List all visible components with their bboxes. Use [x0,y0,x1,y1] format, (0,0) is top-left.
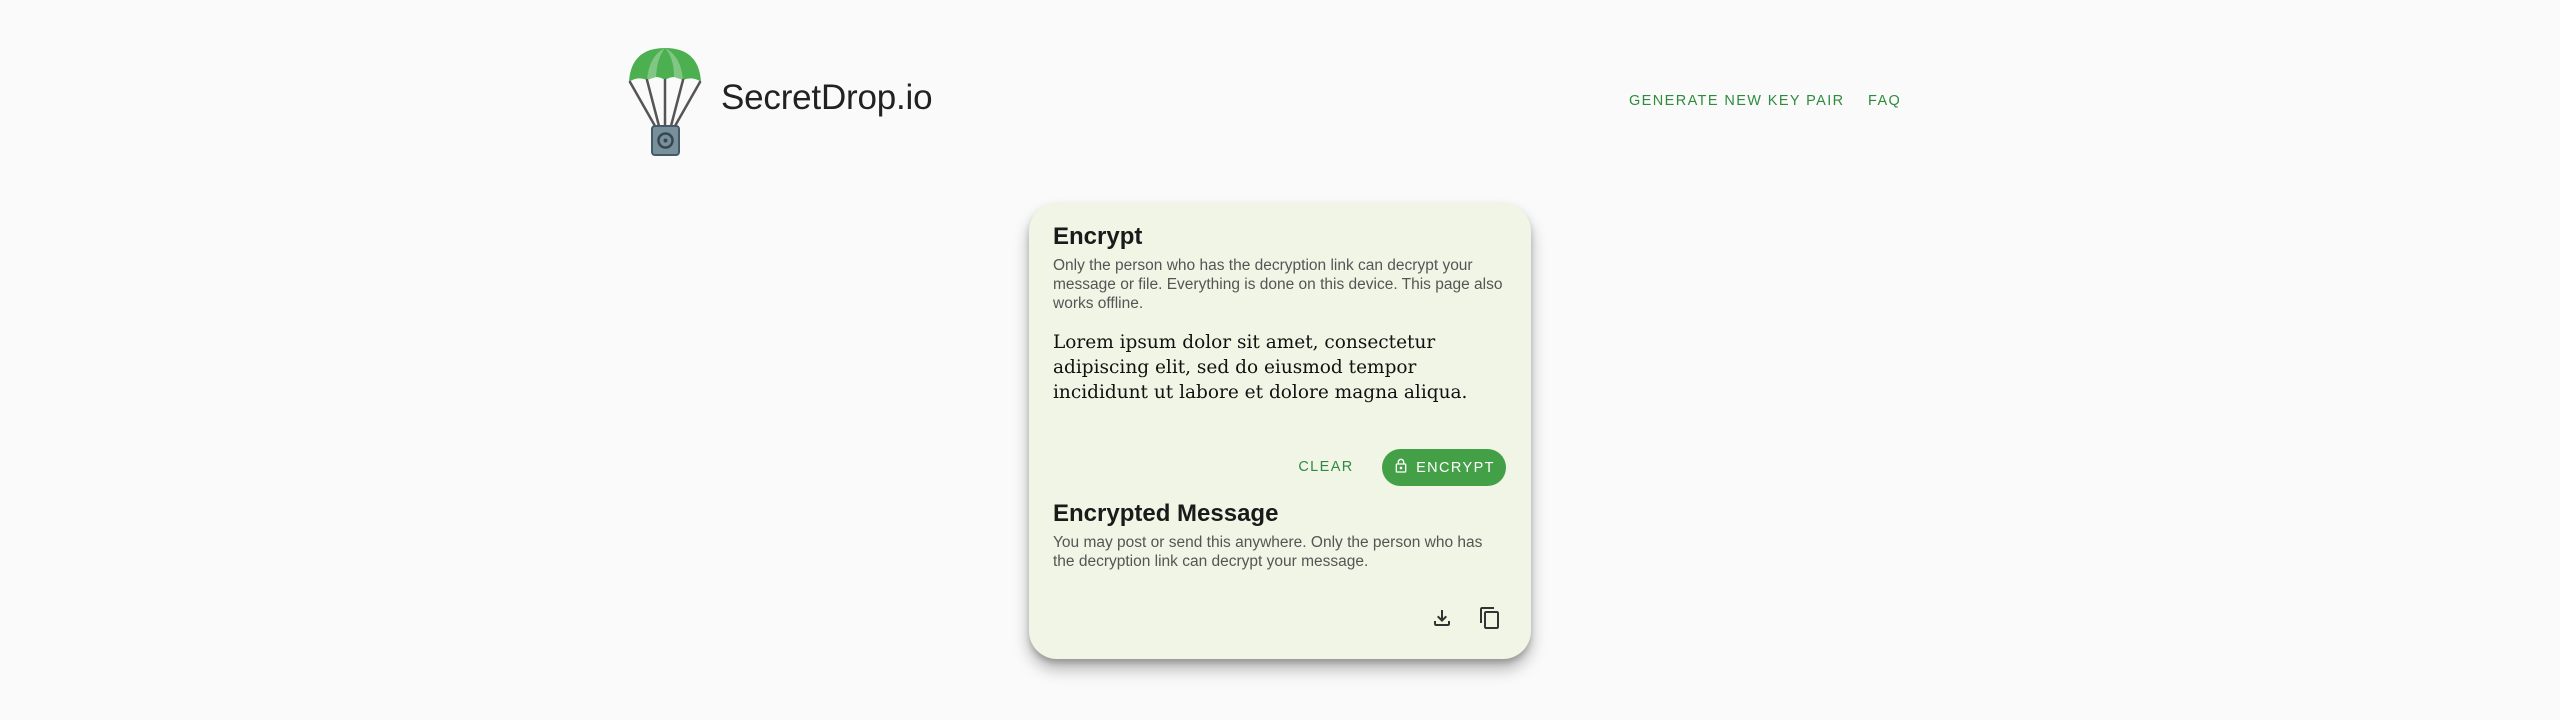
copy-icon [1478,606,1502,635]
encrypt-button[interactable]: ENCRYPT [1382,449,1506,486]
download-button[interactable] [1424,602,1460,638]
clear-button[interactable]: CLEAR [1289,449,1363,485]
encrypt-description: Only the person who has the decryption l… [1053,257,1503,312]
encrypted-message-description: You may post or send this anywhere. Only… [1053,534,1483,570]
encrypt-card: Encrypt Only the person who has the decr… [1029,203,1531,659]
encrypt-button-label: ENCRYPT [1416,459,1495,476]
faq-link[interactable]: FAQ [1868,93,1901,109]
app-header: SecretDrop.io GENERATE NEW KEY PAIR FAQ [625,40,1905,160]
lock-icon [1393,458,1409,478]
parachute-logo-icon[interactable] [627,46,703,158]
message-input[interactable]: Lorem ipsum dolor sit amet, consectetur … [1053,330,1509,405]
encrypt-title: Encrypt [1053,223,1143,250]
copy-button[interactable] [1472,602,1508,638]
encrypted-message-title: Encrypted Message [1053,500,1279,527]
brand-name[interactable]: SecretDrop.io [721,78,933,118]
generate-key-pair-link[interactable]: GENERATE NEW KEY PAIR [1629,93,1845,109]
download-icon [1430,606,1454,635]
